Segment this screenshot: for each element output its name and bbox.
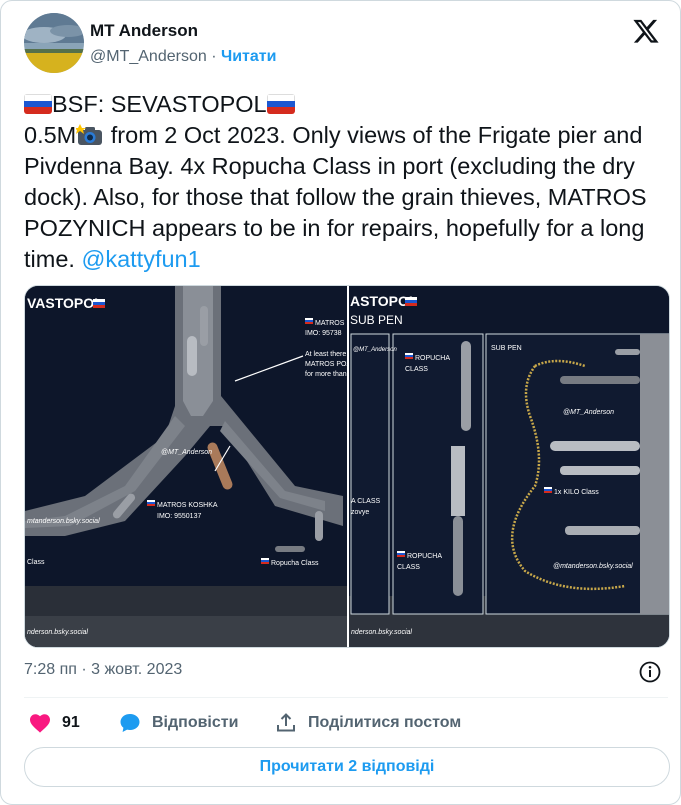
left-label-koshka: MATROS KOSHKA <box>157 502 218 509</box>
avatar[interactable] <box>24 13 84 73</box>
read-replies-button[interactable]: Прочитати 2 відповіді <box>24 747 670 787</box>
share-button[interactable]: Поділитися постом <box>274 709 461 737</box>
author-handle-row: @MT_Anderson · Читати <box>90 48 276 66</box>
left-label-koshka-imo: IMO: 9550137 <box>157 513 201 520</box>
russia-flag-icon <box>405 297 417 306</box>
russia-flag-icon <box>261 558 269 564</box>
left-label-ropucha: Ropucha Class <box>271 560 319 567</box>
reply-button[interactable]: Відповісти <box>118 709 238 737</box>
tweet-header: MT Anderson @MT_Anderson · Читати <box>24 13 660 73</box>
right-image-subtitle: SUB PEN <box>350 313 403 327</box>
right-label-ropucha-bot-2: CLASS <box>397 564 420 571</box>
tweet-card: MT Anderson @MT_Anderson · Читати BSF: S… <box>0 0 681 805</box>
right-label-class-a: A CLASS <box>351 498 381 505</box>
right-label-ropucha-top-2: CLASS <box>405 366 428 373</box>
russia-flag-icon <box>24 94 52 114</box>
russia-flag-icon <box>147 500 155 506</box>
russia-flag-icon <box>405 353 413 359</box>
right-label-handle-top: @MT_Anderson <box>353 347 397 353</box>
right-label-bsky: @mtanderson.bsky.social <box>553 563 633 570</box>
like-count: 91 <box>62 714 80 731</box>
left-label-note-1: At least there <box>305 351 346 358</box>
left-label-imo-top: IMO: 95738 <box>305 330 342 337</box>
action-bar: 91 Відповісти Поділитися постом <box>24 709 664 737</box>
right-label-sub-pen: SUB PEN <box>491 345 522 352</box>
share-icon <box>277 713 295 732</box>
tweet-size-prefix: 0.5M <box>24 122 77 148</box>
satellite-image-left[interactable]: VASTOPOL MATROS IMO: 95738 At least ther… <box>25 286 351 648</box>
russia-flag-icon <box>266 94 295 114</box>
left-label-class: Class <box>27 559 45 566</box>
russia-flag-icon <box>305 318 313 324</box>
tweet-line1: BSF: SEVASTOPOL <box>52 91 267 117</box>
russia-flag-icon <box>544 487 552 493</box>
left-label-matros-top: MATROS <box>315 320 345 327</box>
russia-flag-icon <box>93 299 105 308</box>
x-logo-icon[interactable] <box>632 17 660 45</box>
share-label: Поділитися постом <box>308 714 462 731</box>
right-label-ropucha-bot-1: ROPUCHA <box>407 553 442 560</box>
reply-bubble-icon <box>120 714 140 732</box>
satellite-image-right[interactable]: ASTOPOL SUB PEN @MT_Anderson ROPUCHA CLA… <box>349 286 670 648</box>
left-label-bsky: mtanderson.bsky.social <box>27 518 100 525</box>
right-label-handle: @MT_Anderson <box>563 409 614 416</box>
reply-label: Відповісти <box>152 714 239 731</box>
like-button[interactable]: 91 <box>28 709 80 737</box>
heart-icon <box>30 714 50 733</box>
right-label-ropucha-top-1: ROPUCHA <box>415 355 450 362</box>
tweet-text: BSF: SEVASTOPOL 0.5M from 2 Oct 2023. On… <box>24 89 664 275</box>
right-label-kilo: 1x KILO Class <box>554 489 599 496</box>
left-label-handle: @MT_Anderson <box>161 449 212 456</box>
left-label-note-2: MATROS POZ <box>305 361 351 368</box>
camera-flash-icon <box>74 123 104 145</box>
left-label-bottom-bsky: nderson.bsky.social <box>27 629 88 636</box>
author-handle[interactable]: @MT_Anderson <box>90 48 207 65</box>
right-label-class-b: zovye <box>351 509 369 516</box>
follow-link[interactable]: Читати <box>221 48 276 65</box>
left-label-note-3: for more than <box>305 371 347 378</box>
tweet-timestamp[interactable]: 7:28 пп · 3 жовт. 2023 <box>24 661 182 679</box>
russia-flag-icon <box>397 551 405 557</box>
separator: · <box>211 48 217 65</box>
left-image-title: VASTOPOL <box>27 295 103 311</box>
info-icon[interactable] <box>638 660 662 684</box>
media-grid: VASTOPOL MATROS IMO: 95738 At least ther… <box>24 285 670 648</box>
divider <box>24 697 668 698</box>
right-label-bottom-bsky: nderson.bsky.social <box>351 629 412 636</box>
author-name[interactable]: MT Anderson <box>90 21 198 41</box>
mention-link[interactable]: @kattyfun1 <box>81 246 200 272</box>
